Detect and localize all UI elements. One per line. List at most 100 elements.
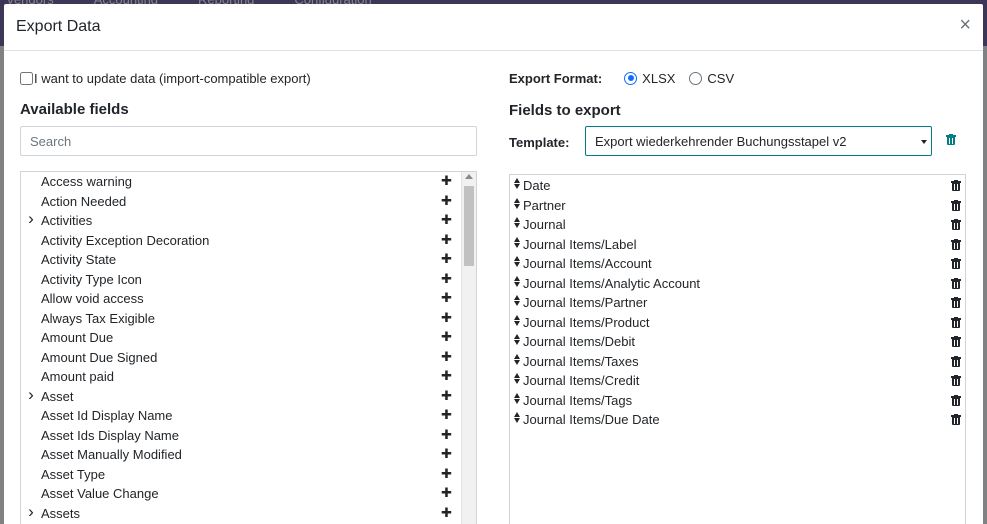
plus-icon[interactable]: ✚	[441, 367, 452, 385]
sort-handle-icon[interactable]	[513, 216, 522, 230]
available-field-label: Activity Exception Decoration	[41, 232, 210, 248]
available-field-item[interactable]: Asset Id Display Name ✚	[21, 406, 461, 426]
radio-button[interactable]	[689, 71, 703, 85]
available-field-item[interactable]: Always Tax Exigible ✚	[21, 309, 461, 329]
sort-handle-icon[interactable]	[513, 275, 522, 289]
sort-handle-icon[interactable]	[513, 197, 522, 211]
available-field-item[interactable]: Asset Value Change ✚	[21, 484, 461, 504]
remove-field-trash-icon[interactable]	[951, 296, 961, 308]
export-field-item[interactable]: Journal Items/Credit	[510, 370, 965, 390]
available-field-item[interactable]: Action Needed ✚	[21, 192, 461, 212]
plus-icon[interactable]: ✚	[441, 504, 452, 522]
export-field-item[interactable]: Journal Items/Partner	[510, 292, 965, 312]
remove-field-trash-icon[interactable]	[951, 335, 961, 347]
export-field-item[interactable]: Journal Items/Product	[510, 312, 965, 332]
fields-scrollbar[interactable]	[461, 172, 476, 524]
available-field-item[interactable]: Access warning ✚	[21, 172, 461, 192]
sort-handle-icon[interactable]	[513, 333, 522, 347]
available-field-item[interactable]: Amount Due ✚	[21, 328, 461, 348]
import-compatible-toggle[interactable]: I want to update data (import-compatible…	[20, 70, 478, 86]
sort-handle-icon[interactable]	[513, 353, 522, 367]
plus-icon[interactable]: ✚	[441, 309, 452, 327]
available-field-item[interactable]: Activity State ✚	[21, 250, 461, 270]
search-input[interactable]	[20, 126, 477, 156]
available-field-label: Asset Id Display Name	[41, 408, 173, 423]
plus-icon[interactable]: ✚	[441, 289, 452, 307]
plus-icon[interactable]: ✚	[441, 211, 452, 229]
available-field-item[interactable]: Activity Exception Decoration ✚	[21, 231, 461, 251]
plus-icon[interactable]: ✚	[441, 328, 452, 346]
export-field-item[interactable]: Journal Items/Label	[510, 234, 965, 254]
available-field-label: Asset Value Change	[41, 486, 159, 501]
import-compatible-checkbox[interactable]	[20, 71, 33, 85]
sort-handle-icon[interactable]	[513, 314, 522, 328]
remove-field-trash-icon[interactable]	[951, 257, 961, 269]
sort-handle-icon[interactable]	[513, 177, 522, 191]
plus-icon[interactable]: ✚	[441, 348, 452, 366]
chevron-right-icon[interactable]: ›	[26, 209, 36, 229]
export-field-item[interactable]: Journal Items/Account	[510, 253, 965, 273]
plus-icon[interactable]: ✚	[441, 406, 452, 424]
plus-icon[interactable]: ✚	[441, 426, 452, 444]
available-field-item[interactable]: Allow void access ✚	[21, 289, 461, 309]
plus-icon[interactable]: ✚	[441, 387, 452, 405]
remove-field-trash-icon[interactable]	[951, 199, 961, 211]
export-field-label: Journal Items/Product	[523, 314, 650, 330]
remove-field-trash-icon[interactable]	[951, 179, 961, 191]
format-radio-label: CSV	[707, 70, 735, 86]
remove-field-trash-icon[interactable]	[951, 374, 961, 386]
available-field-item[interactable]: Asset Type ✚	[21, 465, 461, 485]
radio-button[interactable]	[624, 71, 638, 85]
export-field-item[interactable]: Journal	[510, 214, 965, 234]
available-field-item[interactable]: › Assets ✚	[21, 502, 461, 524]
export-field-item[interactable]: Date	[510, 175, 965, 195]
remove-field-trash-icon[interactable]	[951, 413, 961, 425]
export-field-item[interactable]: Journal Items/Analytic Account	[510, 273, 965, 293]
export-dialog: Export Data × I want to update data (imp…	[4, 4, 983, 524]
remove-field-trash-icon[interactable]	[951, 238, 961, 250]
scrollbar-thumb[interactable]	[464, 186, 474, 266]
available-field-item[interactable]: › Asset ✚	[21, 385, 461, 407]
format-radio-xlsx[interactable]: XLSX	[624, 71, 675, 86]
chevron-right-icon[interactable]: ›	[26, 502, 36, 522]
template-select[interactable]: Export wiederkehrender Buchungsstapel v2	[585, 126, 932, 156]
sort-handle-icon[interactable]	[513, 372, 522, 386]
export-field-item[interactable]: Journal Items/Debit	[510, 331, 965, 351]
remove-field-trash-icon[interactable]	[951, 355, 961, 367]
available-field-item[interactable]: Asset Manually Modified ✚	[21, 445, 461, 465]
plus-icon[interactable]: ✚	[441, 172, 452, 190]
caret-down-icon	[921, 140, 927, 144]
plus-icon[interactable]: ✚	[441, 484, 452, 502]
scroll-up-arrow-icon[interactable]	[465, 174, 473, 179]
export-field-item[interactable]: Journal Items/Taxes	[510, 351, 965, 371]
plus-icon[interactable]: ✚	[441, 250, 452, 268]
plus-icon[interactable]: ✚	[441, 465, 452, 483]
export-field-item[interactable]: Journal Items/Tags	[510, 390, 965, 410]
available-field-item[interactable]: Amount paid ✚	[21, 367, 461, 387]
plus-icon[interactable]: ✚	[441, 445, 452, 463]
plus-icon[interactable]: ✚	[441, 270, 452, 288]
plus-icon[interactable]: ✚	[441, 192, 452, 210]
export-field-item[interactable]: Journal Items/Due Date	[510, 409, 965, 429]
chevron-right-icon[interactable]: ›	[26, 385, 36, 405]
export-field-item[interactable]: Partner	[510, 195, 965, 215]
available-field-item[interactable]: Amount Due Signed ✚	[21, 348, 461, 368]
available-field-label: Assets	[41, 505, 81, 521]
available-field-item[interactable]: Activity Type Icon ✚	[21, 270, 461, 290]
sort-handle-icon[interactable]	[513, 392, 522, 406]
close-button[interactable]: ×	[959, 14, 971, 36]
available-field-item[interactable]: Asset Ids Display Name ✚	[21, 426, 461, 446]
available-field-label: Allow void access	[41, 291, 144, 306]
plus-icon[interactable]: ✚	[441, 231, 452, 249]
remove-field-trash-icon[interactable]	[951, 277, 961, 289]
sort-handle-icon[interactable]	[513, 294, 522, 308]
format-radio-csv[interactable]: CSV	[689, 71, 734, 86]
sort-handle-icon[interactable]	[513, 411, 522, 425]
sort-handle-icon[interactable]	[513, 255, 522, 269]
remove-field-trash-icon[interactable]	[951, 394, 961, 406]
sort-handle-icon[interactable]	[513, 236, 522, 250]
available-field-item[interactable]: › Activities ✚	[21, 209, 461, 231]
delete-template-trash-icon[interactable]	[946, 134, 956, 148]
remove-field-trash-icon[interactable]	[951, 316, 961, 328]
remove-field-trash-icon[interactable]	[951, 218, 961, 230]
